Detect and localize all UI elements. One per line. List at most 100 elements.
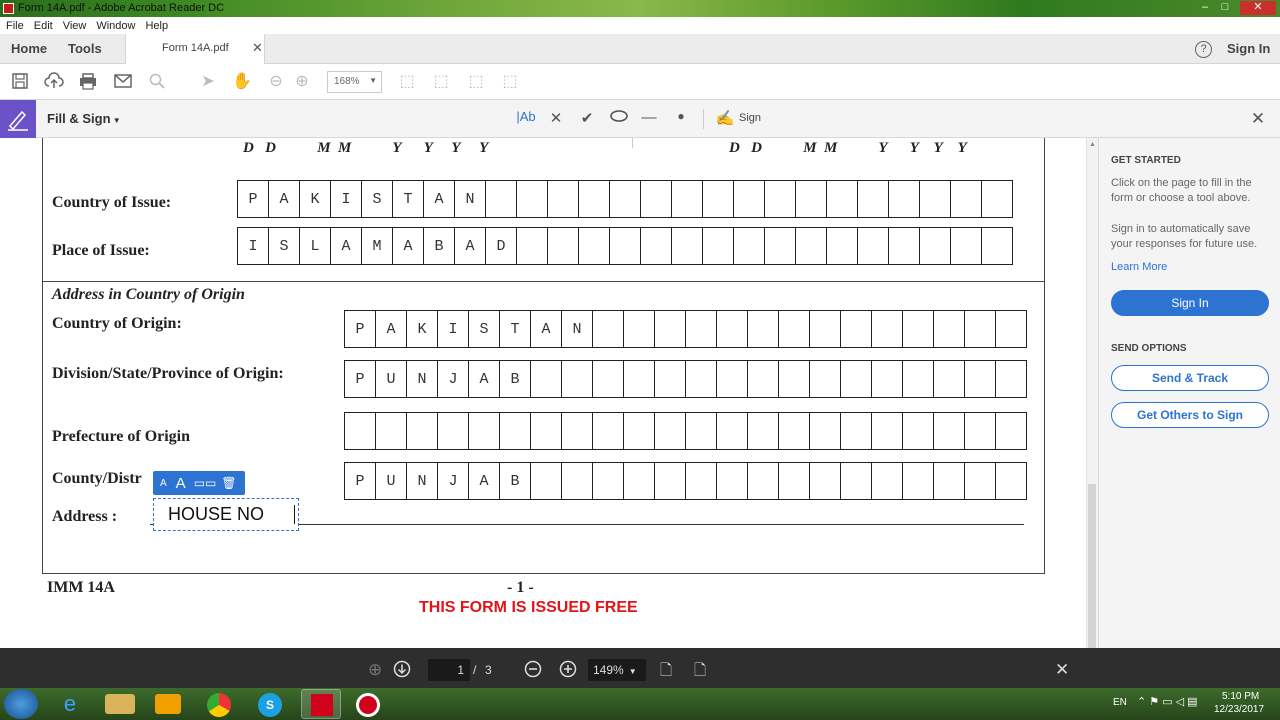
comb-box-cell[interactable] [593,463,624,499]
comb-box-cell[interactable] [531,413,562,449]
delete-icon[interactable]: 🗑 [221,476,236,490]
comb-box-cell[interactable] [779,413,810,449]
comb-box-cell[interactable] [703,228,734,264]
comb-box-cell[interactable] [779,311,810,347]
comb-box-cell[interactable] [796,181,827,217]
comb-box-cell[interactable]: D [486,228,517,264]
line-tool-icon[interactable]: — [640,109,658,129]
read-mode-icon[interactable]: 🗋 [694,660,706,685]
comb-box-cell[interactable] [920,181,951,217]
comb-box-cell[interactable] [655,463,686,499]
place-of-issue-field[interactable]: ISLAMABAD [237,227,1013,265]
comb-box-cell[interactable] [562,413,593,449]
acrobat-taskbar-button[interactable] [301,689,341,719]
language-indicator[interactable]: EN [1113,697,1127,708]
comb-box-cell[interactable] [672,228,703,264]
comb-box-cell[interactable] [996,311,1027,347]
comb-box-cell[interactable] [517,181,548,217]
save-icon[interactable] [10,72,30,92]
menu-help[interactable]: Help [145,20,168,32]
get-others-sign-button[interactable]: Get Others to Sign [1111,402,1269,428]
comb-box-cell[interactable]: J [438,463,469,499]
hand-tool-icon[interactable]: ✋ [232,72,252,92]
comb-box-cell[interactable] [548,181,579,217]
comb-box-cell[interactable] [734,228,765,264]
comb-box-cell[interactable] [889,228,920,264]
comb-box-cell[interactable] [872,413,903,449]
address-text-box[interactable]: HOUSE NO [153,498,299,531]
comb-box-cell[interactable] [810,463,841,499]
prev-page-icon[interactable]: ⊕ [368,660,382,680]
comb-box-cell[interactable] [903,311,934,347]
comb-box-cell[interactable] [407,413,438,449]
menu-file[interactable]: File [6,20,24,32]
comb-box-cell[interactable] [641,228,672,264]
comb-box-cell[interactable]: M [362,228,393,264]
comb-box-cell[interactable] [562,463,593,499]
close-window-icon[interactable]: ✕ [1240,1,1276,15]
zoom-in-icon[interactable] [559,660,577,683]
comb-box-cell[interactable] [486,181,517,217]
comb-box-cell[interactable] [345,413,376,449]
minimize-icon[interactable]: – [1198,1,1212,15]
comb-box-cell[interactable]: S [469,311,500,347]
send-track-button[interactable]: Send & Track [1111,365,1269,391]
comb-box-cell[interactable] [593,413,624,449]
comb-box-cell[interactable] [610,181,641,217]
division-field[interactable]: PUNJAB [344,360,1027,398]
comb-box-cell[interactable] [996,413,1027,449]
close-fill-sign-icon[interactable]: ✕ [1249,109,1267,129]
full-screen-icon[interactable]: ⬚ [466,72,486,92]
comb-box-cell[interactable] [469,413,500,449]
comb-box-cell[interactable]: N [562,311,593,347]
zoom-out-icon[interactable] [524,660,542,683]
comb-box-cell[interactable] [810,413,841,449]
comb-box-cell[interactable] [872,311,903,347]
comb-box-cell[interactable] [641,181,672,217]
comb-box-cell[interactable] [841,413,872,449]
comb-box-cell[interactable]: A [531,311,562,347]
comb-box-cell[interactable] [748,413,779,449]
search-icon[interactable] [147,72,167,92]
tab-home[interactable]: Home [11,41,47,56]
page-number-input[interactable]: 1 [428,659,470,681]
page-fit-icon[interactable]: ⬚ [397,72,417,92]
comb-box-cell[interactable] [624,413,655,449]
comb-box-cell[interactable]: J [438,361,469,397]
fill-sign-menu[interactable]: Fill & Sign ▼ [47,111,121,126]
comb-box-cell[interactable]: A [269,181,300,217]
file-explorer-icon[interactable] [105,694,135,714]
comb-box-cell[interactable] [765,181,796,217]
media-player-icon[interactable] [155,694,181,714]
tab-tools[interactable]: Tools [68,41,102,56]
comb-box-cell[interactable]: A [469,463,500,499]
cross-mark-icon[interactable]: ✕ [547,109,565,129]
email-icon[interactable] [113,72,133,92]
comb-box-cell[interactable] [624,311,655,347]
start-button[interactable] [4,689,38,719]
comb-box-cell[interactable]: U [376,361,407,397]
comb-box-cell[interactable] [624,361,655,397]
menu-edit[interactable]: Edit [34,20,53,32]
county-field[interactable]: PUNJAB [344,462,1027,500]
comb-box-cell[interactable] [438,413,469,449]
system-tray-icons[interactable]: ⌃ ⚑ ▭ ◁ ▤ [1137,695,1198,708]
comb-box-cell[interactable] [841,463,872,499]
maximize-icon[interactable]: □ [1218,1,1232,15]
comb-box-cell[interactable]: A [424,181,455,217]
close-tab-icon[interactable]: ✕ [252,40,263,56]
comb-box-cell[interactable]: L [300,228,331,264]
increase-font-button[interactable]: A [176,475,186,492]
comb-box-cell[interactable]: K [300,181,331,217]
comb-box-cell[interactable] [655,311,686,347]
comb-box-cell[interactable] [810,361,841,397]
next-page-icon[interactable] [393,660,411,683]
comb-box-cell[interactable]: I [238,228,269,264]
comb-box-cell[interactable] [624,463,655,499]
fit-page-icon[interactable]: 🗋 [660,660,672,685]
comb-box-cell[interactable] [531,361,562,397]
comb-box-cell[interactable] [548,228,579,264]
comb-box-cell[interactable] [779,463,810,499]
learn-more-link[interactable]: Learn More [1111,260,1273,275]
scrollbar-thumb[interactable] [1088,484,1096,654]
